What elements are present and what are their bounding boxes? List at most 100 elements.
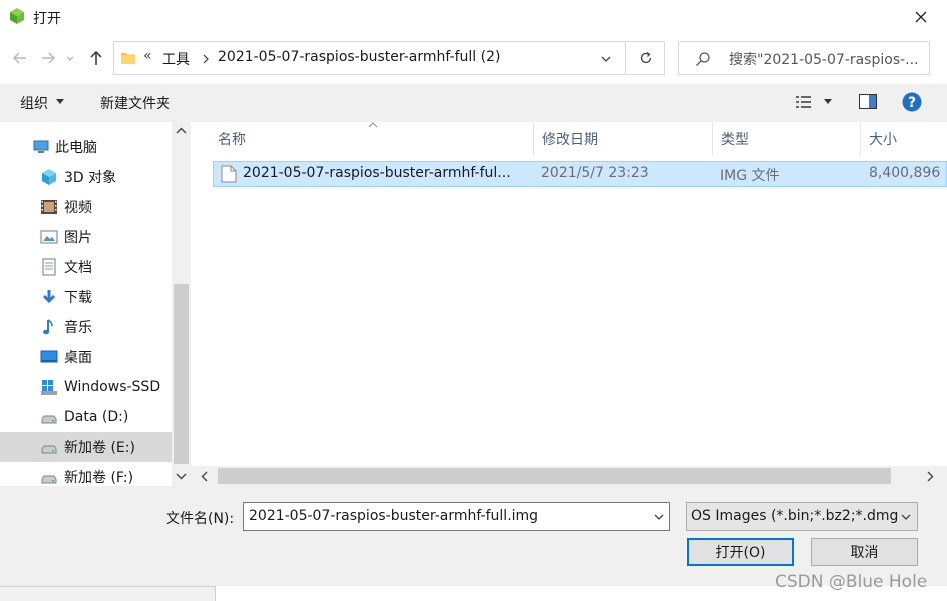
drive-icon xyxy=(41,415,57,424)
chevron-down-icon xyxy=(66,56,74,61)
breadcrumb-overflow[interactable]: « xyxy=(143,48,152,64)
dropdown-arrow-icon xyxy=(56,99,64,104)
sidebar-item-windows-ssd[interactable]: Windows-SSD xyxy=(0,372,172,402)
music-icon xyxy=(43,319,53,335)
command-bar: 组织 新建文件夹 ? xyxy=(0,84,947,122)
video-icon xyxy=(41,200,57,214)
drive-icon xyxy=(41,475,57,484)
scroll-down-icon[interactable] xyxy=(176,472,187,480)
svg-text:?: ? xyxy=(908,95,916,111)
open-button-label: 打开(O) xyxy=(715,545,766,561)
column-header-name[interactable]: 名称 xyxy=(210,122,534,155)
desktop-icon xyxy=(40,350,58,363)
sidebar-item-label: 音乐 xyxy=(64,320,92,336)
sidebar-item-data-d[interactable]: Data (D:) xyxy=(0,402,172,432)
organize-menu[interactable]: 组织 xyxy=(20,93,48,113)
file-icon xyxy=(221,165,237,183)
search-box[interactable]: 搜索"2021-05-07-raspios-... xyxy=(678,41,930,75)
pictures-icon xyxy=(40,230,58,244)
refresh-icon xyxy=(640,51,651,64)
search-icon xyxy=(696,52,710,66)
scroll-up-icon[interactable] xyxy=(176,127,187,135)
file-type-filter[interactable]: OS Images (*.bin;*.bz2;*.dmg xyxy=(686,502,918,531)
breadcrumb-item-current[interactable]: 2021-05-07-raspios-buster-armhf-full (2) xyxy=(218,49,598,65)
sidebar-item-label: 下载 xyxy=(64,290,92,306)
file-size: 8,400,896 xyxy=(869,165,941,181)
sidebar-scroll-thumb[interactable] xyxy=(174,284,189,464)
preview-pane-icon[interactable] xyxy=(859,94,877,109)
up-button[interactable] xyxy=(86,48,106,68)
sidebar-item-pictures[interactable]: 图片 xyxy=(0,222,172,252)
navigation-pane: 此电脑 3D 对象 视频 图片 文档 下载 音乐 桌面 Windows-SSD … xyxy=(0,122,191,486)
window-title: 打开 xyxy=(33,11,61,27)
sidebar-item-label: 新加卷 (E:) xyxy=(64,440,135,456)
file-type: IMG 文件 xyxy=(720,168,780,184)
sidebar-item-videos[interactable]: 视频 xyxy=(0,192,172,222)
filter-value: OS Images (*.bin;*.bz2;*.dmg xyxy=(691,508,899,524)
table-row[interactable]: 2021-05-07-raspios-buster-armhf-ful... 2… xyxy=(213,161,947,187)
background-window-panel xyxy=(0,586,216,601)
app-cube-icon xyxy=(8,7,26,25)
sidebar-item-documents[interactable]: 文档 xyxy=(0,252,172,282)
documents-icon xyxy=(42,258,56,276)
sidebar-item-label: 视频 xyxy=(64,200,92,216)
help-icon[interactable]: ? xyxy=(902,92,922,112)
dialog-footer: 文件名(N): 2021-05-07-raspios-buster-armhf-… xyxy=(0,486,947,586)
column-header-modified[interactable]: 修改日期 xyxy=(534,122,713,155)
open-button[interactable]: 打开(O) xyxy=(687,538,794,566)
filename-label: 文件名(N): xyxy=(166,511,235,527)
horizontal-scroll-thumb[interactable] xyxy=(218,468,891,484)
arrow-up-icon xyxy=(90,50,102,65)
drive-icon xyxy=(41,445,57,454)
cancel-button[interactable]: 取消 xyxy=(811,538,918,566)
breadcrumb-item-tools[interactable]: 工具 xyxy=(162,49,190,69)
forward-button[interactable] xyxy=(38,48,58,68)
column-header-label: 大小 xyxy=(869,131,897,148)
sidebar-item-volume-e[interactable]: 新加卷 (E:) xyxy=(0,432,172,462)
arrow-right-icon xyxy=(42,52,56,64)
chevron-right-icon xyxy=(203,54,209,64)
sidebar-item-label: 3D 对象 xyxy=(64,170,117,186)
scroll-left-icon[interactable] xyxy=(201,471,209,482)
sidebar-scrollbar[interactable] xyxy=(172,122,191,486)
watermark: CSDN @Blue Hole xyxy=(775,572,928,592)
sidebar-item-label: Windows-SSD xyxy=(64,379,161,395)
sidebar-item-label: Data (D:) xyxy=(64,409,129,425)
close-button[interactable] xyxy=(904,0,938,34)
folder-icon xyxy=(121,53,135,64)
download-icon xyxy=(42,290,56,304)
back-button[interactable] xyxy=(10,48,30,68)
column-header-size[interactable]: 大小 xyxy=(861,122,947,155)
column-header-label: 类型 xyxy=(721,131,749,148)
view-options-icon[interactable] xyxy=(795,94,813,110)
3d-objects-icon xyxy=(42,169,56,185)
cancel-button-label: 取消 xyxy=(850,545,879,561)
sidebar-item-label: 此电脑 xyxy=(55,140,97,156)
sidebar-item-label: 图片 xyxy=(64,230,92,246)
sidebar-item-label: 文档 xyxy=(64,260,92,276)
address-bar[interactable]: « 工具 2021-05-07-raspios-buster-armhf-ful… xyxy=(113,41,665,75)
computer-icon xyxy=(33,140,49,153)
scroll-right-icon[interactable] xyxy=(926,471,934,482)
filename-value: 2021-05-07-raspios-buster-armhf-full.img xyxy=(249,508,539,524)
chevron-down-icon xyxy=(901,514,911,520)
sidebar-item-this-pc[interactable]: 此电脑 xyxy=(0,132,172,162)
sidebar-item-desktop[interactable]: 桌面 xyxy=(0,342,172,372)
horizontal-scrollbar[interactable] xyxy=(191,466,947,486)
title-bar xyxy=(0,0,947,34)
column-header-type[interactable]: 类型 xyxy=(713,122,861,155)
chevron-down-icon[interactable] xyxy=(600,54,612,64)
column-header-label: 修改日期 xyxy=(542,131,598,148)
sidebar-item-label: 新加卷 (F:) xyxy=(64,470,134,486)
sidebar-item-downloads[interactable]: 下载 xyxy=(0,282,172,312)
view-dropdown-arrow-icon[interactable] xyxy=(824,99,832,105)
filename-input[interactable]: 2021-05-07-raspios-buster-armhf-full.img xyxy=(243,502,670,531)
chevron-down-icon[interactable] xyxy=(654,514,664,521)
close-icon xyxy=(915,11,927,23)
sidebar-item-3d-objects[interactable]: 3D 对象 xyxy=(0,162,172,192)
new-folder-button[interactable]: 新建文件夹 xyxy=(100,93,170,113)
sidebar-item-music[interactable]: 音乐 xyxy=(0,312,172,342)
file-modified: 2021/5/7 23:23 xyxy=(541,165,649,181)
refresh-button[interactable] xyxy=(625,41,665,75)
recent-locations-button[interactable] xyxy=(64,48,76,68)
